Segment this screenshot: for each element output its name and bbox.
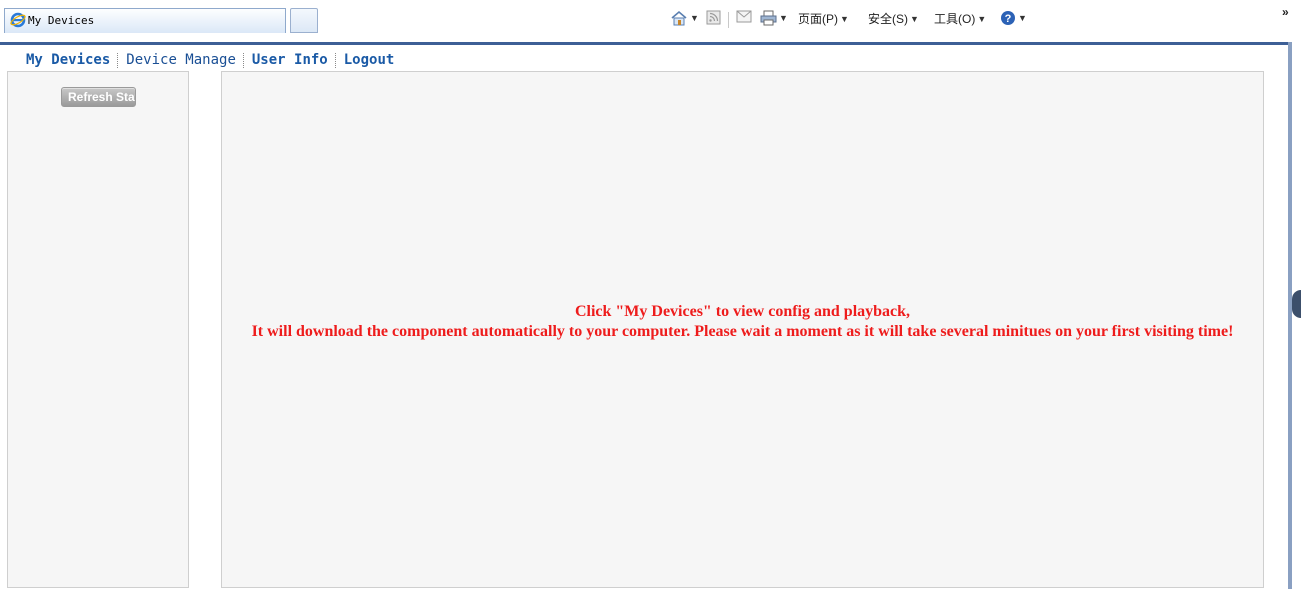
page-menu-label: 页面(P) — [798, 12, 838, 26]
nav-user-info[interactable]: User Info — [252, 52, 328, 68]
chevron-down-icon: ▼ — [1018, 13, 1027, 23]
mail-icon — [736, 10, 752, 23]
nav-separator — [117, 53, 119, 68]
read-mail-button[interactable] — [736, 10, 752, 23]
home-icon — [671, 10, 687, 26]
safety-menu-button[interactable]: 安全(S) ▼ — [868, 10, 919, 27]
chevron-down-icon: ▼ — [779, 13, 788, 23]
new-tab-button[interactable] — [290, 8, 318, 33]
browser-content-divider — [0, 42, 1290, 45]
nav-device-manage[interactable]: Device Manage — [126, 52, 236, 68]
top-nav: My Devices Device Manage User Info Logout — [26, 52, 394, 70]
chevron-down-icon: ▼ — [840, 13, 849, 24]
toolbar-separator — [728, 12, 729, 28]
tools-menu-button[interactable]: 工具(O) ▼ — [934, 10, 986, 27]
main-content-panel: Click "My Devices" to view config and pl… — [221, 71, 1264, 588]
window-right-edge — [1288, 42, 1292, 589]
ie-command-bar: ▼ ▼ 页面(P) ▼ 安全(S) ▼ 工具(O) ▼ ? ▼ » — [670, 5, 1301, 34]
notice-line-2: It will download the component automatic… — [251, 323, 1234, 340]
browser-tab-bar: My Devices ▼ ▼ 页面(P) ▼ 安全(S) ▼ 工具(O) ▼ ?… — [0, 0, 1301, 42]
nav-separator — [242, 53, 245, 68]
rss-feed-icon — [706, 10, 721, 25]
refresh-status-button[interactable]: Refresh Stat — [61, 87, 136, 107]
nav-my-devices[interactable]: My Devices — [26, 52, 110, 68]
browser-tab-title: My Devices — [28, 14, 95, 27]
nav-separator — [334, 53, 337, 68]
help-menu-button[interactable]: ? ▼ — [1000, 10, 1027, 26]
home-button[interactable]: ▼ — [670, 10, 699, 26]
print-button[interactable]: ▼ — [760, 10, 788, 26]
chevron-down-icon: ▼ — [977, 13, 987, 24]
device-list-panel: Refresh Stat — [7, 71, 189, 588]
safety-menu-label: 安全(S) — [868, 12, 908, 26]
toolbar-overflow-button[interactable]: » — [1282, 5, 1289, 19]
side-panel-handle[interactable] — [1292, 290, 1301, 318]
nav-logout[interactable]: Logout — [344, 52, 395, 68]
tools-menu-label: 工具(O) — [934, 12, 976, 26]
ie-icon — [10, 12, 26, 28]
printer-icon — [760, 10, 777, 26]
page-menu-button[interactable]: 页面(P) ▼ — [798, 10, 849, 27]
notice-line-1: Click "My Devices" to view config and pl… — [574, 303, 911, 320]
help-icon: ? — [1001, 11, 1015, 25]
feeds-button[interactable] — [706, 10, 721, 25]
download-notice: Click "My Devices" to view config and pl… — [222, 302, 1263, 342]
chevron-down-icon: ▼ — [690, 13, 699, 23]
svg-text:?: ? — [1005, 13, 1012, 25]
chevron-down-icon: ▼ — [910, 13, 919, 24]
